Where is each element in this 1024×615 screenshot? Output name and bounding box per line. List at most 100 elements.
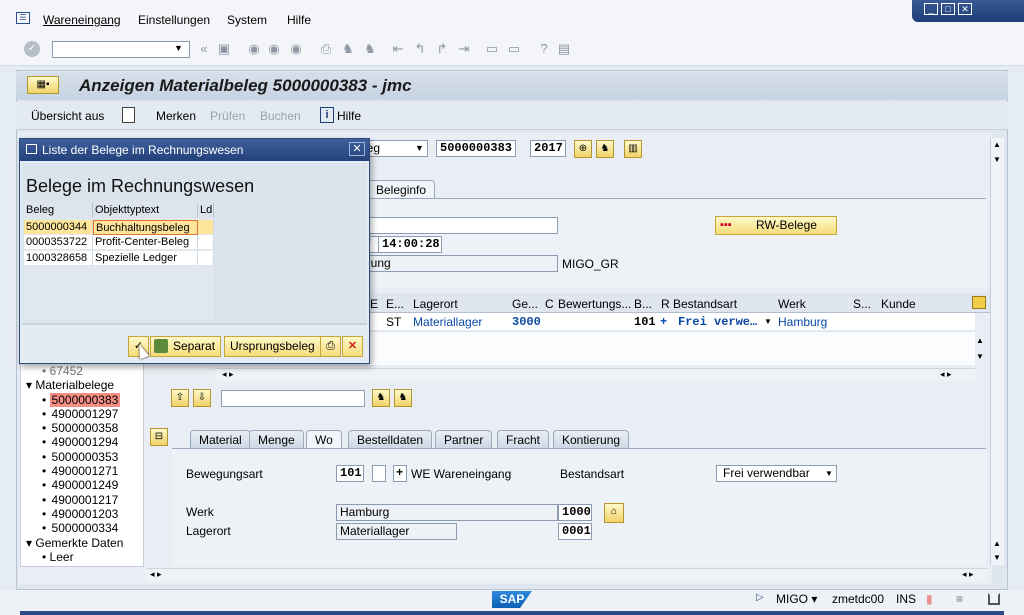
find-item-icon[interactable]: ♞ <box>372 389 390 407</box>
save-icon[interactable]: ▣ <box>216 42 232 56</box>
col-werk[interactable]: Werk <box>778 297 806 311</box>
layout-menu-icon[interactable]: ▤ <box>556 42 572 56</box>
list-item[interactable]: • 4900001249 <box>42 478 120 492</box>
table-cell-beleg[interactable]: 5000000344 <box>24 220 93 235</box>
remember-button[interactable]: Merken <box>156 109 196 123</box>
tab-partner[interactable]: Partner <box>435 430 493 448</box>
menu-hilfe[interactable]: Hilfe <box>287 13 311 27</box>
menu-wareneingang[interactable]: Wareneingang <box>43 13 121 27</box>
doc-overview-icon[interactable]: ▦▪ <box>27 76 59 94</box>
col-b[interactable]: B... <box>634 297 652 311</box>
table-cell-ld[interactable] <box>198 220 214 235</box>
list-item[interactable]: • 4900001217 <box>42 493 120 507</box>
col-lagerort[interactable]: Lagerort <box>413 297 458 311</box>
table-cell-ld[interactable] <box>198 235 214 250</box>
exit-icon[interactable]: ◉ <box>266 42 282 56</box>
search-binoculars-icon[interactable]: ♞ <box>596 140 614 158</box>
doc-number-field[interactable]: 5000000383 <box>436 140 516 157</box>
doc-header-text-field[interactable] <box>360 217 558 234</box>
last-page-icon[interactable]: ⇥ <box>456 42 472 56</box>
table-cell-typ[interactable]: Spezielle Ledger <box>93 251 198 266</box>
shortcut-icon[interactable]: ▭ <box>506 42 522 56</box>
main-scroll-down-icon[interactable]: ▼ <box>993 553 1001 562</box>
bestandsart-select[interactable]: Frei verwendbar <box>716 465 837 482</box>
cell-ge[interactable]: 3000 <box>512 315 541 329</box>
rw-belege-button[interactable]: RW-Belege <box>715 216 837 235</box>
grid-scroll-down-icon[interactable]: ▼ <box>976 352 984 361</box>
tab-material[interactable]: Material <box>190 430 251 448</box>
back-icon[interactable]: ◉ <box>246 42 262 56</box>
info-icon[interactable]: i <box>320 107 334 123</box>
col-kunde[interactable]: Kunde <box>881 297 916 311</box>
item-down-icon[interactable]: ⇩ <box>193 389 211 407</box>
new-doc-icon[interactable] <box>122 107 135 123</box>
help-button[interactable]: Hilfe <box>337 109 361 123</box>
find-icon[interactable]: ♞ <box>340 42 356 56</box>
execute-icon[interactable]: ⊕ <box>574 140 592 158</box>
unlock-icon[interactable] <box>988 593 1000 605</box>
list-item[interactable]: • 4900001203 <box>42 507 120 521</box>
grid-settings-icon[interactable] <box>972 296 986 309</box>
list-item[interactable]: • 5000000353 <box>42 450 120 464</box>
maximize-icon[interactable]: □ <box>941 3 955 15</box>
scroll-left-icon[interactable]: ◂ ▸ <box>222 369 234 380</box>
tab-beleginfo[interactable]: Beleginfo <box>367 180 436 198</box>
col-objekttyptext[interactable]: Objekttyptext <box>93 203 198 218</box>
table-cell-ld[interactable] <box>198 251 214 266</box>
year-field[interactable]: 2017 <box>530 140 566 157</box>
main-scrollbar[interactable] <box>990 170 1004 565</box>
table-cell-beleg[interactable]: 0000353722 <box>24 235 93 250</box>
tree-item-leer[interactable]: • Leer <box>42 550 74 564</box>
item-up-icon[interactable]: ⇧ <box>171 389 189 407</box>
chevron-down-icon[interactable]: ▼ <box>415 143 424 153</box>
close-icon[interactable]: ✕ <box>349 142 365 156</box>
menu-einstellungen[interactable]: Einstellungen <box>138 13 210 27</box>
table-cell-typ[interactable]: Profit-Center-Beleg <box>93 235 198 250</box>
find-next-icon[interactable]: ♞ <box>362 42 378 56</box>
col-s[interactable]: S... <box>853 297 871 311</box>
col-c[interactable]: C <box>545 297 554 311</box>
col-bestandsart[interactable]: Bestandsart <box>673 297 737 311</box>
help-icon[interactable]: ? <box>536 42 552 56</box>
command-field[interactable] <box>52 41 190 58</box>
close-window-icon[interactable]: ✕ <box>958 3 972 15</box>
chevron-down-icon[interactable]: ▼ <box>825 469 833 478</box>
menu-system[interactable]: System <box>227 13 267 27</box>
dialog-menu-icon[interactable] <box>26 144 37 154</box>
col-ld[interactable]: Ld <box>198 203 214 218</box>
chevron-down-icon[interactable]: ▼ <box>764 317 772 326</box>
grid-select-icon[interactable]: ▥ <box>624 140 642 158</box>
print-icon-button[interactable]: ⎙ <box>320 336 341 357</box>
list-item[interactable]: • 5000000334 <box>42 521 120 535</box>
scroll-left-icon[interactable]: ◂ ▸ <box>150 569 162 580</box>
tree-node-gemerkte-daten[interactable]: ▾ Gemerkte Daten <box>26 536 123 550</box>
transaction-code[interactable]: MIGO ▾ <box>776 592 817 606</box>
status-layout-icon[interactable]: ≡ <box>956 592 963 606</box>
table-cell-beleg[interactable]: 1000328658 <box>24 251 93 266</box>
bottom-hscroll[interactable] <box>146 568 988 582</box>
werk-address-icon[interactable]: ⌂ <box>604 503 624 523</box>
tree-item-selected[interactable]: • 5000000383 <box>42 393 121 407</box>
col-bewertung[interactable]: Bewertungs... <box>558 297 631 311</box>
detail-toggle-icon[interactable]: ⊟ <box>150 428 168 446</box>
scroll-up-icon[interactable]: ▲ <box>993 140 1001 149</box>
cell-bestandsart[interactable]: Frei verwe… <box>678 315 757 329</box>
menu-icon[interactable]: ☰ <box>16 12 30 24</box>
scroll-right-icon[interactable]: ◂ ▸ <box>962 569 974 580</box>
tab-fracht[interactable]: Fracht <box>497 430 550 448</box>
command-dropdown-icon[interactable]: ▼ <box>174 43 183 53</box>
scroll-down-icon[interactable]: ▼ <box>993 155 1001 164</box>
tab-bestelldaten[interactable]: Bestelldaten <box>348 430 433 448</box>
cell-b[interactable]: 101 <box>634 315 656 329</box>
first-page-icon[interactable]: ⇤ <box>390 42 406 56</box>
grid-scroll-up-icon[interactable]: ▲ <box>976 336 984 345</box>
new-session-icon[interactable]: ▭ <box>484 42 500 56</box>
col-ge[interactable]: Ge... <box>512 297 538 311</box>
back-nav-icon[interactable]: « <box>196 42 212 56</box>
cancel-icon-button[interactable]: ✕ <box>342 336 363 357</box>
cell-r[interactable]: + <box>660 315 667 329</box>
scroll-left-icon[interactable]: ◂ ▸ <box>940 369 952 380</box>
prev-page-icon[interactable]: ↰ <box>412 42 428 56</box>
tree-item-partial[interactable]: • 67452 <box>42 364 83 378</box>
cell-werk[interactable]: Hamburg <box>778 315 827 329</box>
